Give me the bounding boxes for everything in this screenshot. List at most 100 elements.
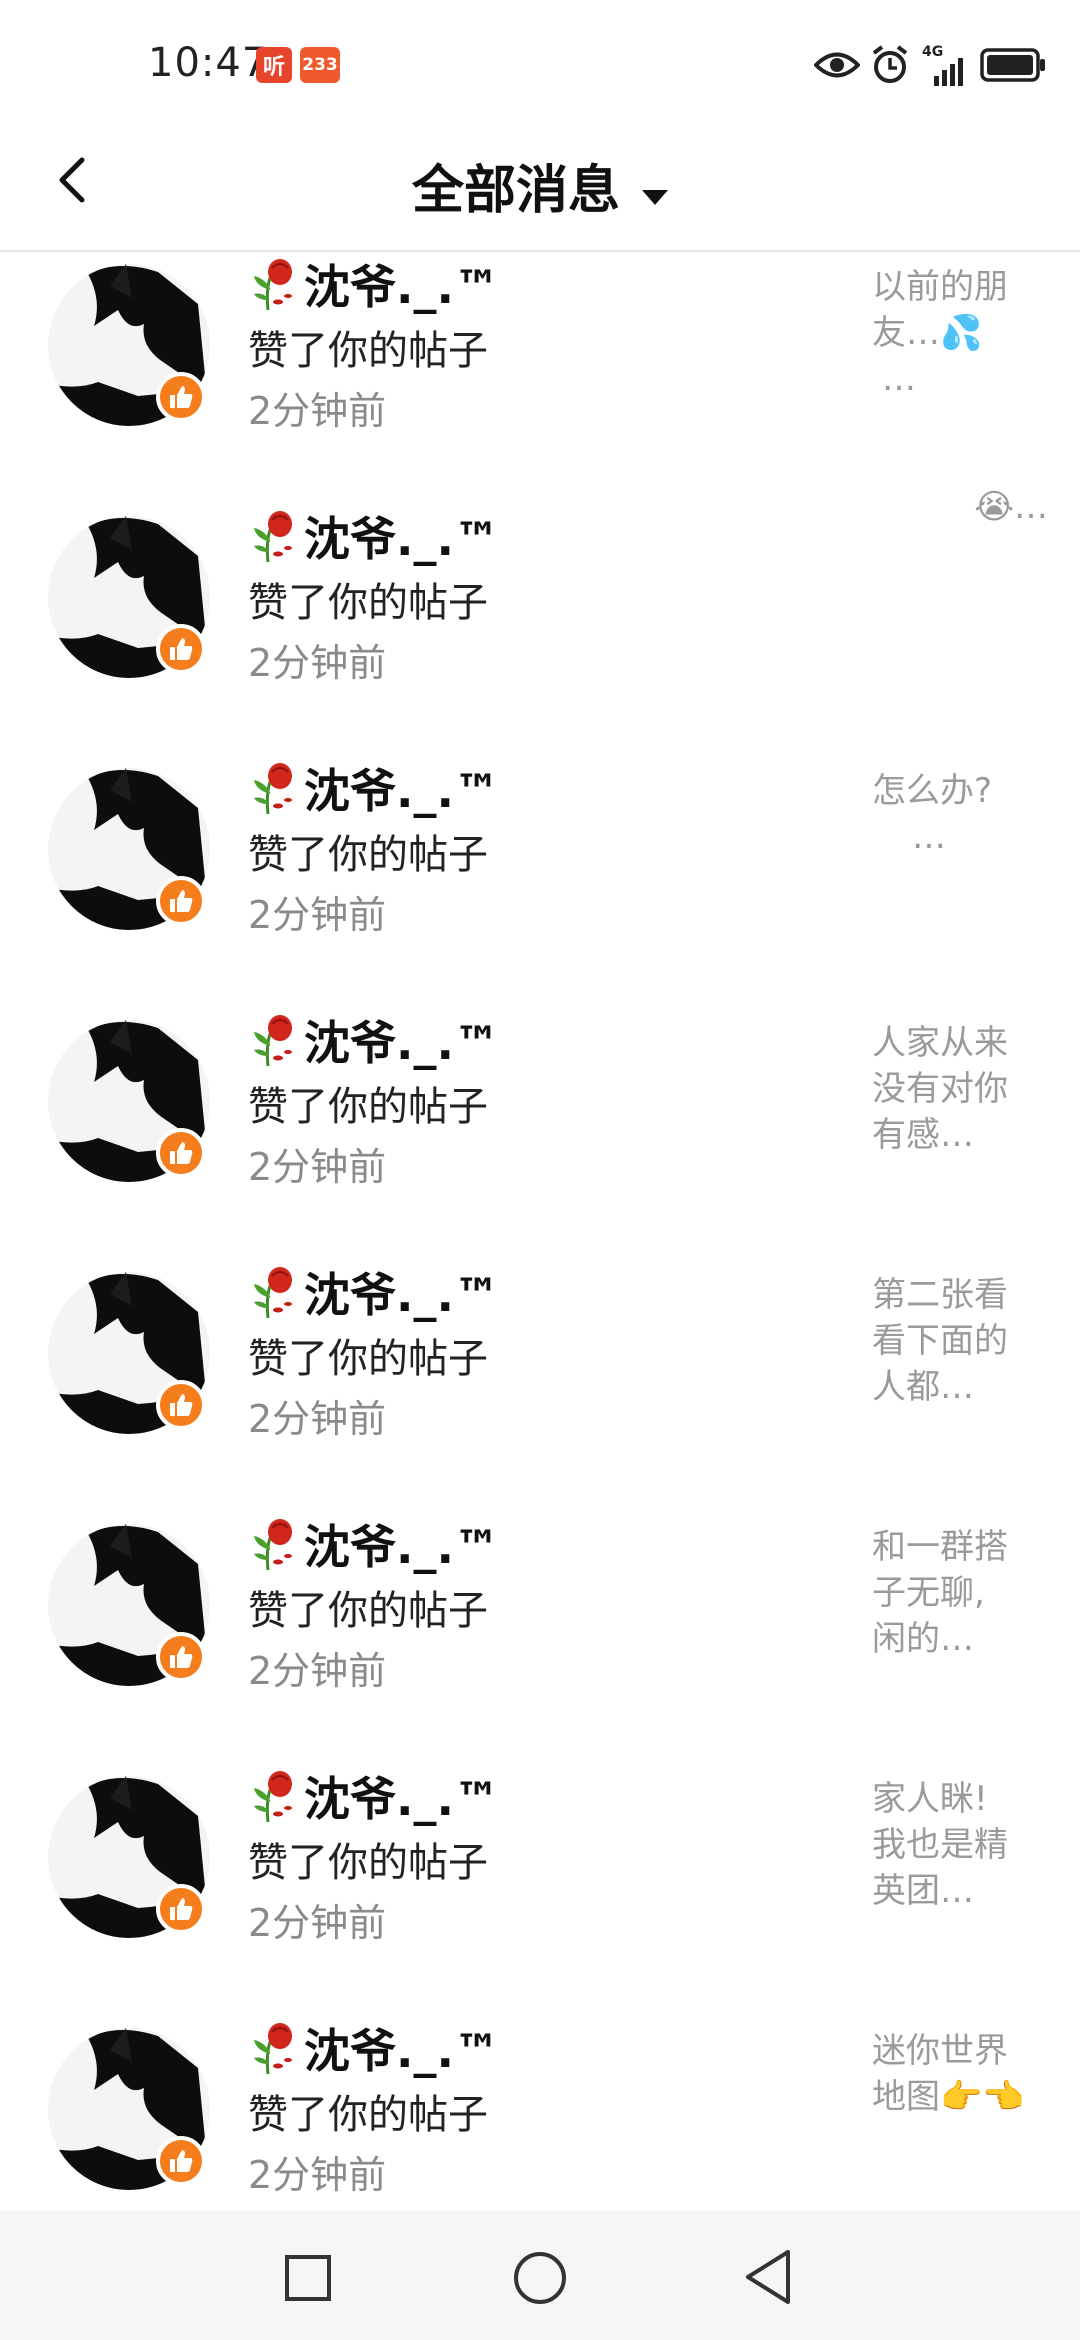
- action-text: 赞了你的帖子: [248, 1084, 488, 1130]
- wilted-rose-icon: [254, 2023, 292, 2075]
- post-preview[interactable]: 和一群搭 子无聊, 闲的…: [872, 1524, 1048, 1662]
- timestamp: 2分钟前: [248, 893, 387, 937]
- action-text: 赞了你的帖子: [248, 1840, 488, 1886]
- wilted-rose-icon: [254, 511, 292, 563]
- post-preview[interactable]: 第二张看 看下面的 人都…: [872, 1272, 1048, 1410]
- username: 沈爷._.™: [304, 1520, 500, 1574]
- wilted-rose-icon: [254, 1267, 292, 1319]
- thumbs-up-icon: [156, 1632, 206, 1682]
- preview-line: 看下面的: [872, 1321, 1008, 1361]
- caret-down-icon: [642, 190, 668, 205]
- username-row[interactable]: 沈爷._.™: [248, 1516, 500, 1574]
- signal-icon: [934, 58, 963, 86]
- timestamp: 2分钟前: [248, 1649, 387, 1693]
- square-icon[interactable]: [284, 2254, 332, 2302]
- timestamp: 2分钟前: [248, 1145, 387, 1189]
- action-text: 赞了你的帖子: [248, 2092, 488, 2138]
- system-nav-bar: [0, 2210, 1080, 2340]
- timestamp: 2分钟前: [248, 389, 387, 433]
- post-preview[interactable]: 人家从来 没有对你 有感…: [872, 1020, 1048, 1158]
- title-dropdown[interactable]: 全部消息: [0, 148, 1080, 223]
- username-row[interactable]: 沈爷._.™: [248, 508, 500, 566]
- preview-line: …: [882, 359, 916, 399]
- wilted-rose-icon: [254, 1015, 292, 1067]
- circle-icon[interactable]: [512, 2250, 568, 2306]
- action-text: 赞了你的帖子: [248, 580, 488, 626]
- wilted-rose-icon: [254, 1771, 292, 1823]
- post-preview[interactable]: 迷你世界 地图👉👈: [872, 2028, 1048, 2120]
- preview-line: 没有对你: [872, 1069, 1008, 1109]
- preview-line: 和一群搭: [872, 1527, 1008, 1567]
- thumbs-up-icon: [156, 624, 206, 674]
- status-time: 10:47: [148, 40, 269, 86]
- preview-line: 有感…: [872, 1115, 974, 1155]
- preview-line: …: [912, 817, 946, 857]
- username-row[interactable]: 沈爷._.™: [248, 1264, 500, 1322]
- action-text: 赞了你的帖子: [248, 832, 488, 878]
- preview-line: 人家从来: [872, 1023, 1008, 1063]
- wilted-rose-icon: [254, 763, 292, 815]
- timestamp: 2分钟前: [248, 1901, 387, 1945]
- notification-item[interactable]: 沈爷._.™ 赞了你的帖子 2分钟前 第二张看 看下面的 人都…: [0, 1260, 1080, 1512]
- triangle-back-icon[interactable]: [742, 2248, 794, 2306]
- timestamp: 2分钟前: [248, 2153, 387, 2197]
- username-row[interactable]: 沈爷._.™: [248, 760, 500, 818]
- preview-line: 以前的朋: [872, 267, 1008, 307]
- notification-item[interactable]: 沈爷._.™ 赞了你的帖子 2分钟前 和一群搭 子无聊, 闲的…: [0, 1512, 1080, 1764]
- preview-line: 子无聊,: [872, 1573, 985, 1613]
- username-row[interactable]: 沈爷._.™: [248, 2020, 500, 2078]
- preview-line: 家人眯!: [872, 1779, 988, 1819]
- username-row[interactable]: 沈爷._.™: [248, 1768, 500, 1826]
- status-bar: 10:47 听 233 4G: [0, 0, 1080, 130]
- wilted-rose-icon: [254, 1519, 292, 1571]
- battery-icon: [980, 48, 1045, 82]
- thumbs-up-icon: [156, 1884, 206, 1934]
- preview-line: 友…💦: [872, 313, 983, 353]
- notification-item[interactable]: 沈爷._.™ 赞了你的帖子 2分钟前 怎么办? …: [0, 756, 1080, 1008]
- action-text: 赞了你的帖子: [248, 1588, 488, 1634]
- username: 沈爷._.™: [304, 764, 500, 818]
- notification-item[interactable]: 沈爷._.™ 赞了你的帖子 2分钟前 人家从来 没有对你 有感…: [0, 1008, 1080, 1260]
- preview-line: 第二张看: [872, 1275, 1008, 1315]
- timestamp: 2分钟前: [248, 1397, 387, 1441]
- username: 沈爷._.™: [304, 2024, 500, 2078]
- post-preview[interactable]: 😭…: [872, 484, 1048, 530]
- action-text: 赞了你的帖子: [248, 1336, 488, 1382]
- wilted-rose-icon: [254, 259, 292, 311]
- post-preview[interactable]: 家人眯! 我也是精 英团…: [872, 1776, 1048, 1914]
- username: 沈爷._.™: [304, 1772, 500, 1826]
- status-icons: 4G: [810, 44, 1080, 90]
- timestamp: 2分钟前: [248, 641, 387, 685]
- header: 全部消息: [0, 130, 1080, 252]
- notification-item[interactable]: 沈爷._.™ 赞了你的帖子 2分钟前 😭…: [0, 487, 1080, 756]
- app-233-badge: 233: [300, 47, 340, 83]
- notification-item[interactable]: 沈爷._.™ 赞了你的帖子 2分钟前 以前的朋 友…💦 …: [0, 252, 1080, 504]
- thumbs-up-icon: [156, 876, 206, 926]
- username: 沈爷._.™: [304, 512, 500, 566]
- post-preview[interactable]: 以前的朋 友…💦 …: [872, 264, 1048, 402]
- preview-line: 怎么办?: [872, 771, 993, 811]
- username: 沈爷._.™: [304, 260, 500, 314]
- preview-line: 人都…: [872, 1367, 974, 1407]
- eye-icon: [814, 52, 860, 78]
- username-row[interactable]: 沈爷._.™: [248, 256, 500, 314]
- username-row[interactable]: 沈爷._.™: [248, 1012, 500, 1070]
- username: 沈爷._.™: [304, 1016, 500, 1070]
- post-preview[interactable]: 怎么办? …: [872, 768, 1048, 860]
- thumbs-up-icon: [156, 372, 206, 422]
- preview-line: 我也是精: [872, 1825, 1008, 1865]
- preview-line: 英团…: [872, 1871, 974, 1911]
- alarm-icon: [872, 45, 908, 83]
- preview-line: 闲的…: [872, 1619, 974, 1659]
- preview-line: 迷你世界: [872, 2031, 1008, 2071]
- page-title: 全部消息: [411, 161, 620, 221]
- ting-app-badge: 听: [256, 47, 292, 83]
- notification-item[interactable]: 沈爷._.™ 赞了你的帖子 2分钟前 家人眯! 我也是精 英团…: [0, 1764, 1080, 2016]
- preview-line: 😭…: [974, 487, 1048, 527]
- preview-line: 地图👉👈: [872, 2077, 1025, 2117]
- thumbs-up-icon: [156, 2136, 206, 2186]
- action-text: 赞了你的帖子: [248, 328, 488, 374]
- thumbs-up-icon: [156, 1380, 206, 1430]
- thumbs-up-icon: [156, 1128, 206, 1178]
- username: 沈爷._.™: [304, 1268, 500, 1322]
